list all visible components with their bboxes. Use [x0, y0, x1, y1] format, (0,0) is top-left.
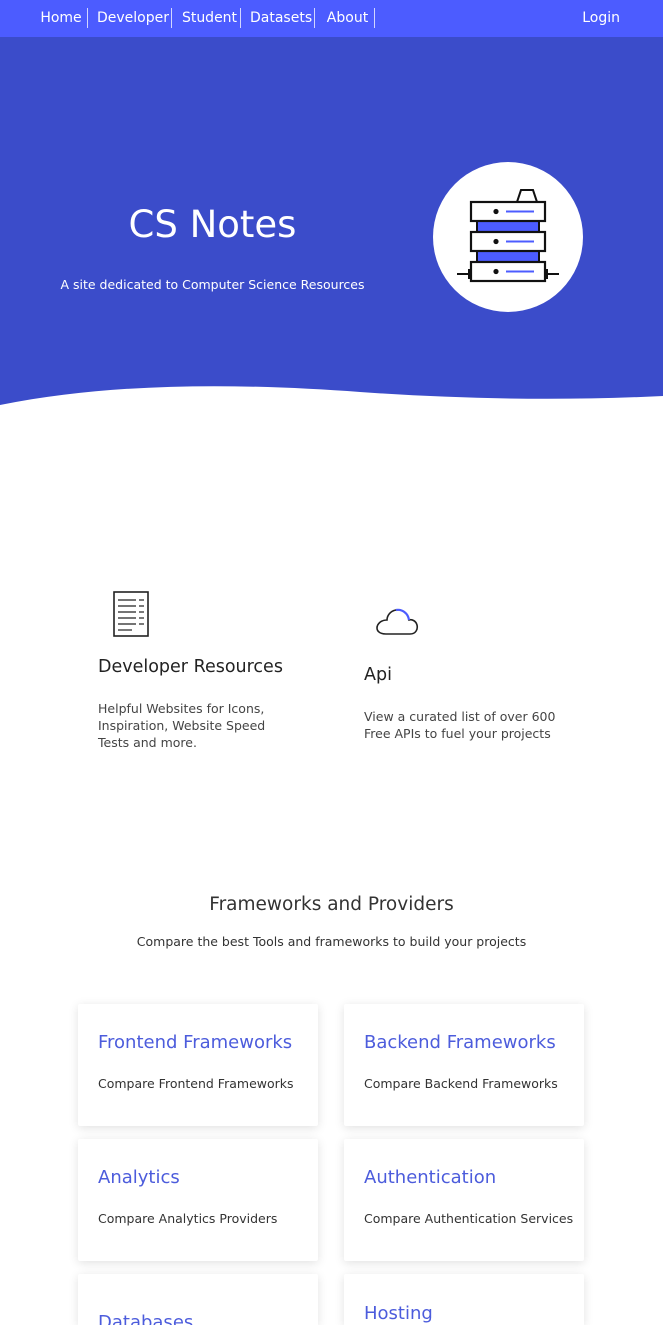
- card-title[interactable]: Authentication: [364, 1167, 496, 1188]
- feature-api[interactable]: Api View a curated list of over 600 Free…: [364, 600, 584, 760]
- card-description: Compare Backend Frameworks: [364, 1076, 558, 1091]
- document-list-icon: [113, 591, 149, 637]
- card-title[interactable]: Analytics: [98, 1167, 180, 1188]
- hero-title: CS Notes: [128, 203, 297, 246]
- server-rack-icon: [457, 189, 559, 283]
- feature-developer-resources[interactable]: Developer Resources Helpful Websites for…: [98, 590, 318, 760]
- nav-divider: [87, 8, 88, 28]
- card-analytics[interactable]: Analytics Compare Analytics Providers: [78, 1139, 318, 1261]
- card-backend-frameworks[interactable]: Backend Frameworks Compare Backend Frame…: [344, 1004, 584, 1126]
- section-title: Frameworks and Providers: [209, 894, 454, 915]
- cloud-icon: [376, 608, 419, 635]
- section-subtitle: Compare the best Tools and frameworks to…: [136, 934, 527, 949]
- nav-divider: [240, 8, 241, 28]
- nav-about[interactable]: About: [323, 0, 372, 37]
- top-nav: Home Developer Student Datasets About Lo…: [0, 0, 663, 37]
- feature-description: View a curated list of over 600 Free API…: [364, 709, 556, 741]
- card-title[interactable]: Backend Frameworks: [364, 1032, 556, 1053]
- nav-developer[interactable]: Developer: [97, 0, 169, 37]
- card-description: Compare Frontend Frameworks: [98, 1076, 294, 1091]
- feature-description: Helpful Websites for Icons, Inspiration,…: [98, 701, 266, 750]
- card-hosting[interactable]: Hosting: [344, 1274, 584, 1325]
- nav-divider: [171, 8, 172, 28]
- card-description: Compare Authentication Services: [364, 1211, 574, 1226]
- nav-student[interactable]: Student: [181, 0, 238, 37]
- card-frontend-frameworks[interactable]: Frontend Frameworks Compare Frontend Fra…: [78, 1004, 318, 1126]
- card-authentication[interactable]: Authentication Compare Authentication Se…: [344, 1139, 584, 1261]
- hero-icon-circle: [433, 162, 583, 312]
- nav-divider: [374, 8, 375, 28]
- card-title[interactable]: Hosting: [364, 1303, 433, 1324]
- card-databases[interactable]: Databases: [78, 1274, 318, 1325]
- card-title[interactable]: Databases: [98, 1312, 193, 1325]
- feature-title: Developer Resources: [98, 657, 283, 677]
- card-title[interactable]: Frontend Frameworks: [98, 1032, 292, 1053]
- nav-datasets[interactable]: Datasets: [250, 0, 312, 37]
- nav-divider: [314, 8, 315, 28]
- login-link[interactable]: Login: [582, 0, 620, 37]
- feature-title: Api: [364, 665, 392, 685]
- nav-home[interactable]: Home: [36, 0, 86, 37]
- hero-section: CS Notes A site dedicated to Computer Sc…: [0, 37, 663, 417]
- hero-subtitle: A site dedicated to Computer Science Res…: [60, 277, 365, 292]
- card-description: Compare Analytics Providers: [98, 1211, 278, 1226]
